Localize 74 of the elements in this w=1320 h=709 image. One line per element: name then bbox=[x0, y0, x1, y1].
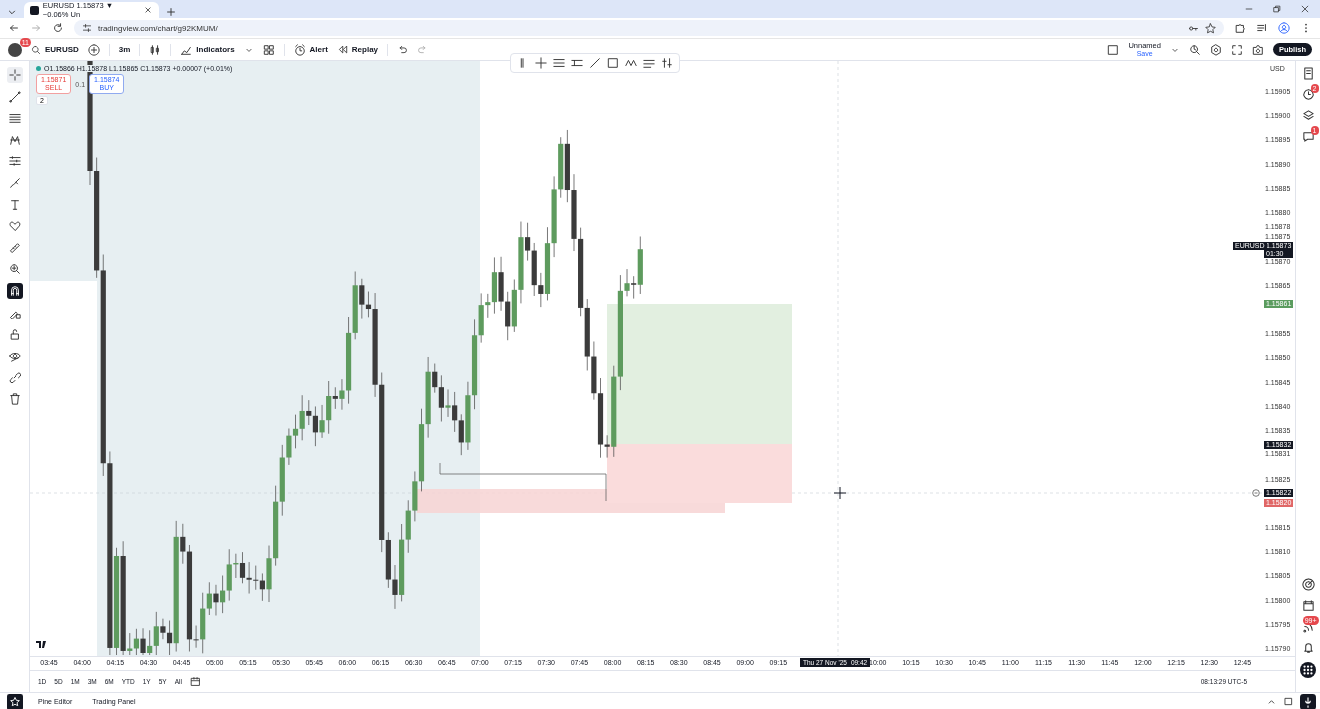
channel-icon[interactable] bbox=[571, 57, 583, 69]
settings-icon[interactable] bbox=[1209, 43, 1222, 56]
magnet-icon bbox=[8, 284, 21, 297]
trash-icon bbox=[8, 392, 21, 405]
restore-icon[interactable] bbox=[1272, 4, 1282, 14]
add-icon[interactable] bbox=[1252, 489, 1260, 498]
watchlist-icon[interactable] bbox=[1301, 67, 1315, 80]
link-tool[interactable] bbox=[6, 369, 23, 386]
logo-icon bbox=[30, 5, 39, 15]
pattern-icon bbox=[8, 133, 21, 146]
chat-icon[interactable] bbox=[1301, 130, 1315, 143]
candles-icon[interactable] bbox=[149, 43, 162, 56]
replay-button[interactable]: Replay bbox=[336, 44, 379, 55]
calendar-icon[interactable] bbox=[1301, 599, 1315, 612]
logo-icon bbox=[36, 641, 46, 648]
site-settings-icon[interactable] bbox=[82, 23, 92, 33]
horizontal-lines-icon[interactable] bbox=[553, 57, 565, 69]
maximize-icon[interactable] bbox=[1283, 696, 1294, 707]
star-icon[interactable] bbox=[7, 693, 23, 709]
indicators-button[interactable]: Indicators bbox=[180, 43, 235, 56]
new-tab-icon[interactable] bbox=[165, 6, 177, 18]
alarm-clock-icon[interactable] bbox=[293, 43, 306, 56]
settings-icon[interactable] bbox=[661, 57, 673, 69]
fullscreen-icon[interactable] bbox=[1230, 43, 1243, 56]
heart-icon bbox=[8, 220, 21, 233]
apps-icon[interactable] bbox=[1300, 662, 1316, 678]
horizontal-lines-icon bbox=[8, 112, 21, 125]
layout-grid-icon[interactable] bbox=[262, 43, 275, 56]
forecast-icon bbox=[8, 155, 21, 168]
path-icon[interactable] bbox=[625, 57, 637, 69]
star-icon[interactable] bbox=[1205, 22, 1216, 34]
text-icon bbox=[8, 198, 21, 211]
microphone-icon[interactable] bbox=[1300, 693, 1316, 709]
crosshair-tool[interactable] bbox=[6, 67, 23, 83]
ruler-icon bbox=[8, 241, 21, 254]
close-icon[interactable] bbox=[1300, 4, 1310, 14]
crosshair-icon[interactable] bbox=[535, 57, 547, 69]
link-icon bbox=[8, 371, 21, 384]
quick-search-icon[interactable] bbox=[1188, 43, 1201, 56]
rectangle-icon[interactable] bbox=[607, 57, 619, 69]
media-icon[interactable] bbox=[1256, 22, 1268, 34]
target-icon[interactable] bbox=[1301, 578, 1315, 591]
square-icon[interactable] bbox=[1107, 43, 1120, 56]
reload-icon[interactable] bbox=[52, 22, 64, 34]
status-dot bbox=[36, 66, 41, 71]
close-icon[interactable] bbox=[143, 5, 153, 15]
lines-icon[interactable] bbox=[643, 57, 655, 69]
brush-icon bbox=[8, 176, 21, 189]
crosshair-cursor-icon bbox=[833, 486, 847, 500]
date-range-icon[interactable] bbox=[189, 675, 201, 687]
zoom-in-icon bbox=[8, 263, 21, 276]
interval-button[interactable]: 3m bbox=[118, 45, 131, 54]
address-bar[interactable]: tradingview.com/chart/g92KMUM/ bbox=[74, 20, 1224, 36]
trend-line-tool[interactable] bbox=[6, 88, 23, 105]
layers-icon[interactable] bbox=[1301, 109, 1315, 122]
camera-icon[interactable] bbox=[1251, 43, 1264, 56]
symbol-search[interactable]: EURUSD bbox=[31, 44, 79, 55]
magnet-tool[interactable] bbox=[6, 282, 23, 299]
search-icon[interactable] bbox=[31, 44, 41, 55]
crosshair-icon bbox=[8, 69, 21, 81]
trend-line-icon[interactable] bbox=[589, 57, 601, 69]
lock-icon bbox=[8, 328, 21, 341]
back-icon[interactable] bbox=[8, 22, 20, 34]
profile-icon[interactable] bbox=[1278, 22, 1290, 34]
add-symbol-icon[interactable] bbox=[87, 43, 100, 56]
bell-icon[interactable] bbox=[1301, 641, 1315, 654]
extension-icon[interactable] bbox=[1234, 22, 1246, 34]
url-text: tradingview.com/chart/g92KMUM/ bbox=[98, 23, 219, 33]
avatar[interactable] bbox=[8, 42, 22, 57]
alarm-clock-icon[interactable] bbox=[1301, 88, 1315, 101]
undo-icon[interactable] bbox=[397, 44, 409, 55]
trend-line-icon bbox=[8, 90, 21, 103]
alert-button[interactable]: Alert bbox=[293, 43, 328, 56]
rewind-icon[interactable] bbox=[336, 44, 348, 55]
